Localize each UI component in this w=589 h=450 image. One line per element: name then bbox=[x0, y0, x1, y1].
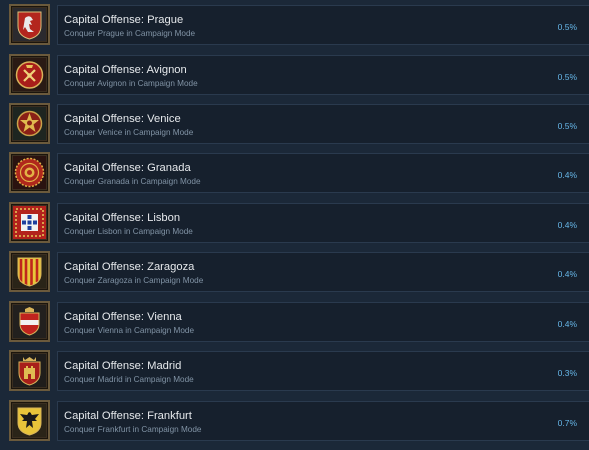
achievement-description: Conquer Madrid in Campaign Mode bbox=[64, 375, 194, 384]
achievement-panel: Capital Offense: Madrid Conquer Madrid i… bbox=[57, 351, 589, 391]
achievement-row-madrid[interactable]: Capital Offense: Madrid Conquer Madrid i… bbox=[0, 350, 589, 395]
achievement-description: Conquer Prague in Campaign Mode bbox=[64, 29, 196, 38]
achievement-title: Capital Offense: Avignon bbox=[64, 64, 187, 76]
achievement-description: Conquer Frankfurt in Campaign Mode bbox=[64, 425, 202, 434]
achievement-description: Conquer Vienna in Campaign Mode bbox=[64, 326, 195, 335]
achievement-description: Conquer Lisbon in Campaign Mode bbox=[64, 227, 193, 236]
achievement-row-frankfurt[interactable]: Capital Offense: Frankfurt Conquer Frank… bbox=[0, 400, 589, 445]
madrid-castle-crest-icon bbox=[9, 350, 50, 391]
achievement-percent: 0.7% bbox=[557, 418, 577, 428]
achievement-title: Capital Offense: Prague bbox=[64, 14, 184, 26]
lisbon-crest-icon bbox=[9, 202, 50, 243]
achievement-description: Conquer Granada in Campaign Mode bbox=[64, 177, 201, 186]
achievement-panel: Capital Offense: Frankfurt Conquer Frank… bbox=[57, 401, 589, 441]
achievement-percent: 0.5% bbox=[557, 121, 577, 131]
achievement-row-lisbon[interactable]: Capital Offense: Lisbon Conquer Lisbon i… bbox=[0, 202, 589, 247]
achievement-title: Capital Offense: Madrid bbox=[64, 360, 182, 372]
avignon-papal-crest-icon bbox=[9, 54, 50, 95]
achievement-percent: 0.4% bbox=[557, 220, 577, 230]
venice-crest-icon bbox=[9, 103, 50, 144]
achievement-percent: 0.4% bbox=[557, 319, 577, 329]
achievement-title: Capital Offense: Granada bbox=[64, 162, 191, 174]
achievement-row-avignon[interactable]: Capital Offense: Avignon Conquer Avignon… bbox=[0, 54, 589, 99]
achievement-panel: Capital Offense: Venice Conquer Venice i… bbox=[57, 104, 589, 144]
granada-crest-icon bbox=[9, 152, 50, 193]
achievement-panel: Capital Offense: Prague Conquer Prague i… bbox=[57, 5, 589, 45]
achievement-row-zaragoza[interactable]: Capital Offense: Zaragoza Conquer Zarago… bbox=[0, 251, 589, 296]
achievement-description: Conquer Venice in Campaign Mode bbox=[64, 128, 194, 137]
achievement-panel: Capital Offense: Avignon Conquer Avignon… bbox=[57, 55, 589, 95]
achievement-title: Capital Offense: Zaragoza bbox=[64, 261, 195, 273]
achievement-row-granada[interactable]: Capital Offense: Granada Conquer Granada… bbox=[0, 152, 589, 197]
achievement-percent: 0.4% bbox=[557, 269, 577, 279]
zaragoza-stripes-crest-icon bbox=[9, 251, 50, 292]
achievement-row-prague[interactable]: Capital Offense: Prague Conquer Prague i… bbox=[0, 4, 589, 49]
achievement-panel: Capital Offense: Granada Conquer Granada… bbox=[57, 153, 589, 193]
achievement-percent: 0.5% bbox=[557, 72, 577, 82]
achievement-percent: 0.4% bbox=[557, 170, 577, 180]
vienna-crest-icon bbox=[9, 301, 50, 342]
achievement-title: Capital Offense: Frankfurt bbox=[64, 410, 192, 422]
achievement-panel: Capital Offense: Zaragoza Conquer Zarago… bbox=[57, 252, 589, 292]
achievement-title: Capital Offense: Venice bbox=[64, 113, 181, 125]
achievement-title: Capital Offense: Vienna bbox=[64, 311, 182, 323]
achievement-list: Capital Offense: Prague Conquer Prague i… bbox=[0, 0, 589, 450]
achievement-panel: Capital Offense: Lisbon Conquer Lisbon i… bbox=[57, 203, 589, 243]
achievement-description: Conquer Zaragoza in Campaign Mode bbox=[64, 276, 204, 285]
achievement-panel: Capital Offense: Vienna Conquer Vienna i… bbox=[57, 302, 589, 342]
achievement-row-venice[interactable]: Capital Offense: Venice Conquer Venice i… bbox=[0, 103, 589, 148]
achievement-description: Conquer Avignon in Campaign Mode bbox=[64, 79, 198, 88]
achievement-percent: 0.3% bbox=[557, 368, 577, 378]
frankfurt-eagle-crest-icon bbox=[9, 400, 50, 441]
achievement-row-vienna[interactable]: Capital Offense: Vienna Conquer Vienna i… bbox=[0, 301, 589, 346]
achievement-title: Capital Offense: Lisbon bbox=[64, 212, 181, 224]
achievement-percent: 0.5% bbox=[557, 22, 577, 32]
prague-lion-crest-icon bbox=[9, 4, 50, 45]
